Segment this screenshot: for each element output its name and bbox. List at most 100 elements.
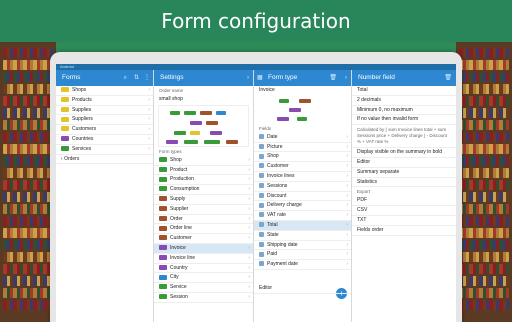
editor-link[interactable]: Editor bbox=[352, 158, 456, 168]
form-item[interactable]: Supplies › bbox=[56, 106, 153, 116]
book-shelf-row bbox=[459, 240, 509, 250]
formtype-header: ▦ Form type 🗑 › bbox=[254, 70, 351, 86]
field-item[interactable]: Shipping date › bbox=[254, 241, 351, 251]
form-item[interactable]: Shops › bbox=[56, 86, 153, 96]
formtype-item[interactable]: Product › bbox=[154, 166, 253, 176]
sort-icon[interactable]: ⇅ bbox=[134, 70, 139, 86]
form-item[interactable]: Customers › bbox=[56, 125, 153, 135]
form-item[interactable]: Suppliers › bbox=[56, 115, 153, 126]
fields-order-link[interactable]: Fields order bbox=[352, 226, 456, 236]
min-max-setting[interactable]: Minimum 0, no maximum bbox=[352, 106, 456, 116]
folder-icon bbox=[159, 235, 167, 241]
decimals-select[interactable]: 2 decimals bbox=[352, 96, 456, 106]
folder-icon bbox=[61, 106, 69, 112]
field-item[interactable]: Sessions › bbox=[254, 182, 351, 192]
statistics-link[interactable]: Statistics bbox=[352, 178, 456, 188]
export-txt[interactable]: TXT bbox=[352, 216, 456, 226]
formtype-item[interactable]: Country › bbox=[154, 264, 253, 274]
book-shelf-row bbox=[3, 84, 53, 94]
list-icon bbox=[259, 182, 264, 188]
search-icon[interactable]: ⌕ bbox=[124, 70, 127, 86]
menu-icon[interactable]: ⋮ bbox=[144, 70, 150, 86]
formtype-item[interactable]: Order › bbox=[154, 215, 253, 225]
field-item[interactable]: State › bbox=[254, 231, 351, 241]
formtype-diagram bbox=[258, 96, 347, 124]
form-diagram bbox=[158, 104, 249, 147]
book-shelf-row bbox=[3, 132, 53, 142]
field-item[interactable]: Picture › bbox=[254, 143, 351, 153]
field-item[interactable]: Payment date › bbox=[254, 260, 351, 270]
formtype-item[interactable]: Shop › bbox=[154, 156, 253, 166]
chevron-right-icon[interactable]: › bbox=[345, 70, 347, 86]
chevron-right-icon: › bbox=[346, 153, 348, 160]
form-item[interactable]: Services › bbox=[56, 145, 153, 155]
folder-icon bbox=[159, 254, 167, 260]
export-pdf[interactable]: PDF bbox=[352, 196, 456, 207]
field-item[interactable]: Invoice lines › bbox=[254, 172, 351, 182]
settings-title: Settings bbox=[160, 74, 184, 81]
book-shelf-row bbox=[459, 264, 509, 274]
invalid-setting[interactable]: If no value then invalid form bbox=[352, 115, 456, 126]
field-item[interactable]: Date › bbox=[254, 133, 351, 143]
field-item[interactable]: VAT rate › bbox=[254, 211, 351, 221]
formtype-item[interactable]: Customer › bbox=[154, 234, 253, 244]
form-label: Supplies bbox=[72, 106, 92, 113]
list-icon bbox=[259, 231, 264, 237]
number-icon bbox=[259, 212, 264, 218]
formtype-item[interactable]: Session › bbox=[154, 293, 253, 303]
book-shelf-row bbox=[3, 156, 53, 166]
field-label: Payment date bbox=[267, 261, 298, 268]
orders-link[interactable]: ‹ Orders bbox=[56, 155, 153, 165]
chevron-right-icon: › bbox=[148, 126, 150, 133]
field-item[interactable]: Customer › bbox=[254, 162, 351, 172]
delete-icon[interactable]: 🗑 bbox=[329, 70, 337, 86]
field-item[interactable]: Shop › bbox=[254, 152, 351, 163]
form-item[interactable]: Products › bbox=[56, 96, 153, 106]
formtype-item[interactable]: Order line › bbox=[154, 224, 253, 235]
field-item[interactable]: Paid › bbox=[254, 250, 351, 261]
field-item[interactable]: Total › bbox=[254, 220, 351, 231]
formtype-item[interactable]: Consumption › bbox=[154, 185, 253, 195]
book-shelf-row bbox=[459, 60, 509, 70]
folder-icon bbox=[61, 96, 69, 102]
calculation-setting[interactable]: Calculated by ( sum Invoice lines total … bbox=[352, 125, 456, 149]
export-csv[interactable]: CSV bbox=[352, 206, 456, 216]
order-name-label: Order name bbox=[159, 88, 184, 93]
book-shelf-row bbox=[459, 48, 509, 58]
formtype-item[interactable]: Invoice line › bbox=[154, 254, 253, 264]
order-name-input[interactable]: small shop bbox=[154, 95, 253, 105]
field-item[interactable]: Discount › bbox=[254, 192, 351, 202]
book-shelf-row bbox=[459, 96, 509, 106]
book-shelf-row bbox=[459, 168, 509, 178]
field-label: Paid bbox=[267, 251, 278, 258]
editor-link[interactable]: Editor bbox=[254, 284, 351, 294]
book-shelf-row bbox=[459, 120, 509, 130]
chevron-right-icon[interactable]: › bbox=[247, 70, 249, 86]
formtype-label: Production bbox=[170, 176, 194, 183]
chevron-right-icon: › bbox=[248, 156, 250, 163]
chevron-right-icon: › bbox=[248, 166, 250, 173]
display-setting[interactable]: Display visible on the summary in bold bbox=[352, 148, 456, 158]
field-label: Customer bbox=[267, 163, 289, 170]
book-shelf-row bbox=[3, 276, 53, 286]
app-screen: Android Forms ⌕ ⇅ ⋮ Shops › Products › Suppl… bbox=[56, 64, 456, 322]
formtype-label: Order bbox=[170, 215, 183, 222]
formtype-name-input[interactable]: Invoice bbox=[254, 86, 351, 96]
formtype-item[interactable]: Service › bbox=[154, 283, 253, 293]
field-name-input[interactable]: Total bbox=[352, 86, 456, 96]
calendar-icon bbox=[259, 241, 264, 247]
form-item[interactable]: Countries › bbox=[56, 135, 153, 145]
formtype-item[interactable]: Production › bbox=[154, 175, 253, 186]
calendar-icon bbox=[259, 133, 264, 139]
numberfield-title: Number field bbox=[358, 74, 395, 81]
summary-setting[interactable]: Summary separate bbox=[352, 168, 456, 178]
formtype-item[interactable]: Supply › bbox=[154, 195, 253, 205]
delete-icon[interactable]: 🗑 bbox=[444, 70, 452, 86]
formtype-item[interactable]: Invoice › bbox=[154, 243, 253, 254]
formtype-item[interactable]: City › bbox=[154, 273, 253, 284]
banner-title: Form configuration bbox=[0, 0, 512, 42]
formtype-item[interactable]: Supplier › bbox=[154, 205, 253, 215]
folder-icon bbox=[61, 126, 69, 132]
field-item[interactable]: Delivery charge › bbox=[254, 201, 351, 212]
chevron-right-icon: › bbox=[248, 264, 250, 271]
